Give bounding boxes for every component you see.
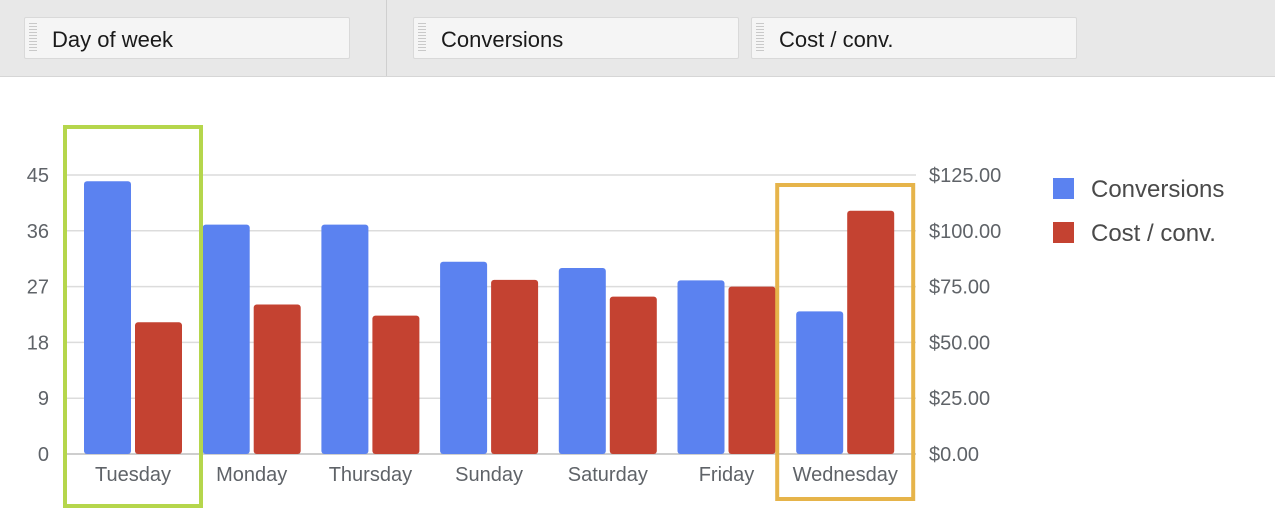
legend: Conversions Cost / conv. [1053, 176, 1224, 247]
category-label: Saturday [568, 464, 648, 486]
bar-conversions-thursday[interactable] [321, 224, 369, 454]
category-label: Friday [699, 464, 755, 486]
bars [84, 181, 895, 454]
left-axis-tick: 9 [38, 388, 49, 410]
legend-label: Conversions [1091, 176, 1224, 203]
category-label: Monday [216, 464, 287, 486]
bar-conversions-monday[interactable] [202, 224, 250, 454]
right-axis-tick: $100.00 [929, 221, 1001, 243]
left-axis-tick: 27 [27, 277, 49, 299]
category-label: Tuesday [95, 464, 171, 486]
bar-cost-per-conv-monday[interactable] [253, 304, 301, 454]
right-axis-tick: $75.00 [929, 277, 990, 299]
right-axis-tick: $25.00 [929, 388, 990, 410]
legend-swatch [1053, 222, 1074, 243]
right-axis-tick: $0.00 [929, 444, 979, 466]
legend-swatch [1053, 178, 1074, 199]
left-axis-tick: 45 [27, 165, 49, 187]
bar-cost-per-conv-thursday[interactable] [372, 315, 420, 454]
bar-conversions-sunday[interactable] [440, 261, 488, 454]
bar-cost-per-conv-sunday[interactable] [491, 279, 539, 454]
category-label: Sunday [455, 464, 523, 486]
right-axis-tick: $125.00 [929, 165, 1001, 187]
bar-conversions-tuesday[interactable] [84, 181, 131, 454]
bar-conversions-friday[interactable] [677, 280, 725, 454]
bar-cost-per-conv-saturday[interactable] [609, 296, 657, 454]
bar-cost-per-conv-wednesday[interactable] [847, 210, 895, 454]
category-label: Thursday [329, 464, 412, 486]
right-axis-ticks: $0.00 $25.00 $50.00 $75.00 $100.00 $125.00 [929, 165, 1001, 466]
category-label: Wednesday [793, 464, 898, 486]
bar-conversions-wednesday[interactable] [796, 311, 844, 454]
left-axis-ticks: 0 9 18 27 36 45 [27, 165, 49, 466]
bar-chart: 0 9 18 27 36 45 $0.00 $25.00 $50.00 $75.00 $100.0… [27, 125, 1224, 508]
left-axis-tick: 36 [27, 221, 49, 243]
left-axis-tick: 18 [27, 332, 49, 354]
bar-cost-per-conv-tuesday[interactable] [135, 322, 182, 454]
right-axis-tick: $50.00 [929, 332, 990, 354]
bar-cost-per-conv-friday[interactable] [728, 286, 776, 454]
highlight-boxes [63, 125, 916, 508]
left-axis-tick: 0 [38, 444, 49, 466]
legend-label: Cost / conv. [1091, 220, 1216, 247]
bar-conversions-saturday[interactable] [558, 268, 606, 454]
